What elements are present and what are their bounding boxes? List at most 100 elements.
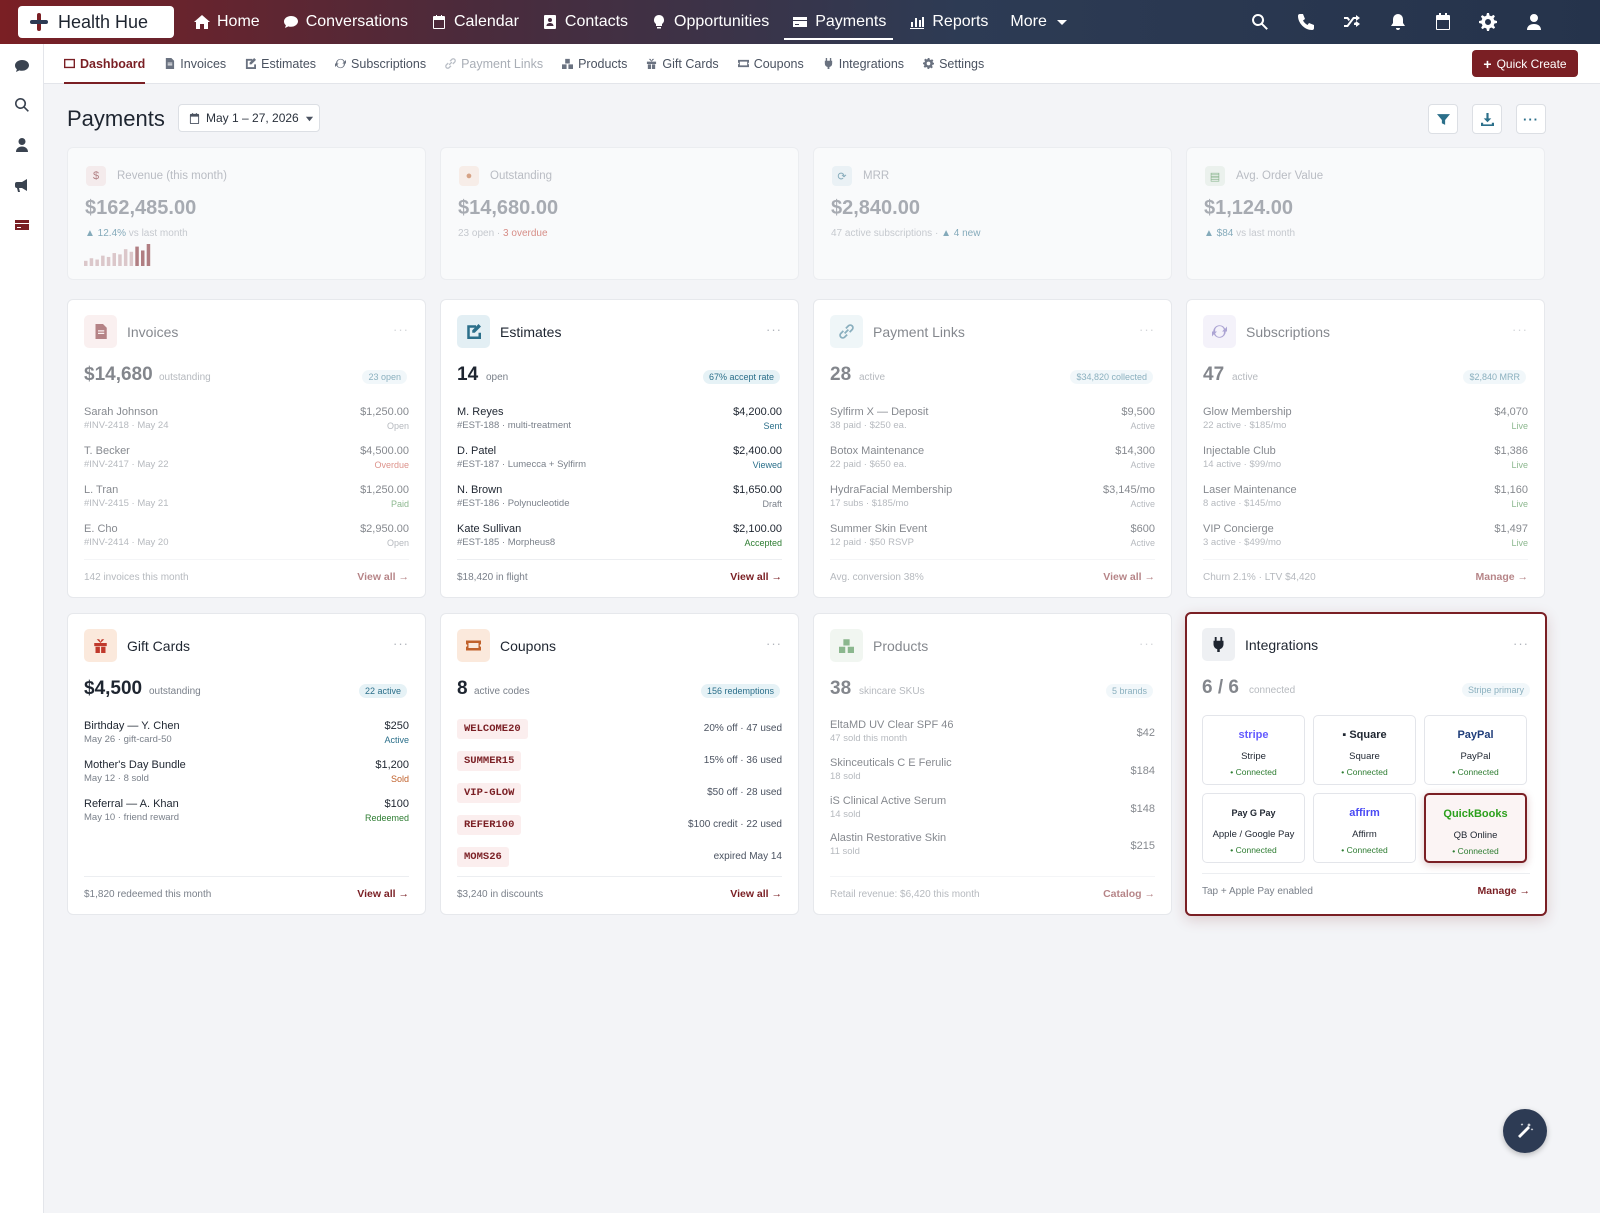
- list-item[interactable]: EltaMD UV Clear SPF 46 47 sold this month…: [830, 719, 1155, 751]
- integration-tile-stripe[interactable]: stripe Stripe • Connected: [1202, 715, 1305, 785]
- list-item[interactable]: Sarah Johnson #INV-2418 · May 24 $1,250.00…: [84, 406, 409, 438]
- integration-tile-apple-google-pay[interactable]: Pay G Pay Apple / Google Pay • Connected: [1202, 793, 1305, 863]
- user-avatar-icon[interactable]: [1524, 0, 1544, 44]
- invoices-panel[interactable]: Invoices ··· $14,680 outstanding 23 open…: [67, 299, 426, 598]
- list-item[interactable]: iS Clinical Active Serum 14 sold $148: [830, 795, 1155, 827]
- list-item[interactable]: Mother's Day Bundle May 12 · 8 sold $1,200…: [84, 759, 409, 791]
- tab-invoices[interactable]: Invoices: [164, 44, 226, 84]
- list-item[interactable]: VIP-GLOW $50 off · 28 used: [457, 783, 782, 803]
- megaphone-icon[interactable]: [12, 175, 32, 195]
- list-item[interactable]: T. Becker #INV-2417 · May 22 $4,500.00 Over…: [84, 445, 409, 477]
- search-icon[interactable]: [12, 95, 32, 115]
- shuffle-icon[interactable]: [1342, 0, 1362, 44]
- catalog-link[interactable]: Catalog →: [1103, 888, 1155, 900]
- list-item[interactable]: MOMS26 expired May 14: [457, 847, 782, 867]
- tab-coupons[interactable]: Coupons: [737, 44, 804, 84]
- coupons-panel[interactable]: Coupons ··· 8 active codes 156 redemptio…: [440, 613, 799, 915]
- manage-link[interactable]: Manage →: [1477, 885, 1530, 897]
- tab-products[interactable]: Products: [562, 44, 627, 84]
- date-range-picker[interactable]: May 1 – 27, 2026: [178, 104, 320, 132]
- list-item[interactable]: L. Tran #INV-2415 · May 21 $1,250.00 Paid: [84, 484, 409, 516]
- gift-cards-panel[interactable]: Gift Cards ··· $4,500 outstanding 22 act…: [67, 613, 426, 915]
- kpi-revenue-card[interactable]: $ Revenue (this month) $162,485.00 ▲ 12.…: [67, 147, 426, 280]
- brand-logo[interactable]: Health Hue: [18, 6, 174, 38]
- list-item[interactable]: VIP Concierge 3 active · $499/mo $1,497 Liv…: [1203, 523, 1528, 555]
- phone-icon[interactable]: [1296, 0, 1316, 44]
- kpi-aov-card[interactable]: ▤ Avg. Order Value $1,124.00 ▲ $84 vs la…: [1186, 147, 1545, 280]
- manage-link[interactable]: Manage →: [1475, 571, 1528, 583]
- list-item[interactable]: SUMMER15 15% off · 36 used: [457, 751, 782, 771]
- list-item[interactable]: REFER100 $100 credit · 22 used: [457, 815, 782, 835]
- kpi-mrr-card[interactable]: ⟳ MRR $2,840.00 47 active subscriptions …: [813, 147, 1172, 280]
- nav-home[interactable]: Home: [182, 0, 271, 44]
- quick-create-button[interactable]: + Quick Create: [1472, 50, 1578, 77]
- list-item[interactable]: E. Cho #INV-2414 · May 20 $2,950.00 Open: [84, 523, 409, 555]
- nav-contacts[interactable]: Contacts: [530, 0, 639, 44]
- panel-menu-icon[interactable]: ···: [766, 322, 782, 337]
- nav-reports[interactable]: Reports: [897, 0, 999, 44]
- tab-integrations[interactable]: Integrations: [823, 44, 904, 84]
- list-item[interactable]: HydraFacial Membership 17 subs · $185/mo $…: [830, 484, 1155, 516]
- integration-tile-paypal[interactable]: PayPal PayPal • Connected: [1424, 715, 1527, 785]
- list-item[interactable]: M. Reyes #EST-188 · multi-treatment $4,200…: [457, 406, 782, 438]
- estimates-panel[interactable]: Estimates ··· 14 open 67% accept rate M.…: [440, 299, 799, 598]
- tab-settings[interactable]: Settings: [923, 44, 984, 84]
- view-all-link[interactable]: View all →: [730, 888, 782, 900]
- panel-menu-icon[interactable]: ···: [393, 636, 409, 651]
- list-item[interactable]: Botox Maintenance 22 paid · $650 ea. $14,3…: [830, 445, 1155, 477]
- panel-menu-icon[interactable]: ···: [1139, 322, 1155, 337]
- filter-button[interactable]: [1428, 104, 1458, 134]
- panel-menu-icon[interactable]: ···: [393, 322, 409, 337]
- tab-payment-links[interactable]: Payment Links: [445, 44, 543, 84]
- download-button[interactable]: [1472, 104, 1502, 134]
- nav-opportunities[interactable]: Opportunities: [639, 0, 780, 44]
- tab-subscriptions[interactable]: Subscriptions: [335, 44, 426, 84]
- payment-links-panel[interactable]: Payment Links ··· 28 active $34,820 coll…: [813, 299, 1172, 598]
- view-all-link[interactable]: View all →: [730, 571, 782, 583]
- integration-tile-square[interactable]: ▪ Square Square • Connected: [1313, 715, 1416, 785]
- integration-tile-quickbooks[interactable]: QuickBooks QB Online • Connected: [1424, 793, 1527, 863]
- search-icon[interactable]: [1250, 0, 1270, 44]
- list-item[interactable]: Summer Skin Event 12 paid · $50 RSVP $600 A…: [830, 523, 1155, 555]
- tab-gift-cards[interactable]: Gift Cards: [646, 44, 719, 84]
- tab-dashboard[interactable]: Dashboard: [64, 44, 146, 84]
- user-icon[interactable]: [12, 135, 32, 155]
- list-item[interactable]: Referral — A. Khan May 10 · friend reward…: [84, 798, 409, 830]
- list-item[interactable]: Kate Sullivan #EST-185 · Morpheus8 $2,100.…: [457, 523, 782, 555]
- products-panel[interactable]: Products ··· 38 skincare SKUs 5 brands E…: [813, 613, 1172, 915]
- list-item[interactable]: Sylfirm X — Deposit 38 paid · $250 ea. $9,…: [830, 406, 1155, 438]
- tab-estimates[interactable]: Estimates: [245, 44, 316, 84]
- gear-icon[interactable]: [1478, 0, 1498, 44]
- integrations-panel[interactable]: Integrations ··· 6 / 6 connected Stripe …: [1185, 612, 1547, 916]
- magic-wand-button[interactable]: [1503, 1109, 1547, 1153]
- list-item[interactable]: WELCOME20 20% off · 47 used: [457, 719, 782, 739]
- list-item[interactable]: Alastin Restorative Skin 11 sold $215: [830, 832, 1155, 864]
- panel-menu-icon[interactable]: ···: [1512, 322, 1528, 337]
- subscriptions-panel[interactable]: Subscriptions ··· 47 active $2,840 MRR G…: [1186, 299, 1545, 598]
- view-all-link[interactable]: View all →: [357, 888, 409, 900]
- list-item[interactable]: Birthday — Y. Chen May 26 · gift-card-50 $…: [84, 720, 409, 752]
- panel-menu-icon[interactable]: ···: [766, 636, 782, 651]
- bell-icon[interactable]: [1388, 0, 1408, 44]
- kpi-outstanding-card[interactable]: ● Outstanding $14,680.00 23 open · 3 ove…: [440, 147, 799, 280]
- calendar-icon[interactable]: [1433, 0, 1453, 44]
- row-sub: 3 active · $499/mo: [1203, 537, 1282, 548]
- view-all-link[interactable]: View all →: [1103, 571, 1155, 583]
- nav-calendar[interactable]: Calendar: [419, 0, 530, 44]
- list-item[interactable]: Glow Membership 22 active · $185/mo $4,070…: [1203, 406, 1528, 438]
- list-item[interactable]: Injectable Club 14 active · $99/mo $1,386 L…: [1203, 445, 1528, 477]
- list-item[interactable]: Skinceuticals C E Ferulic 18 sold $184: [830, 757, 1155, 789]
- nav-conversations[interactable]: Conversations: [271, 0, 419, 44]
- panel-menu-icon[interactable]: ···: [1139, 636, 1155, 651]
- more-options-button[interactable]: ···: [1516, 104, 1546, 134]
- list-item[interactable]: N. Brown #EST-186 · Polynucleotide $1,650.…: [457, 484, 782, 516]
- list-item[interactable]: Laser Maintenance 8 active · $145/mo $1,16…: [1203, 484, 1528, 516]
- list-item[interactable]: D. Patel #EST-187 · Lumecca + Sylfirm $2,4…: [457, 445, 782, 477]
- payments-card-icon[interactable]: [12, 215, 32, 235]
- row-name: L. Tran: [84, 484, 119, 496]
- nav-payments[interactable]: Payments: [780, 0, 897, 44]
- integration-tile-affirm[interactable]: affirm Affirm • Connected: [1313, 793, 1416, 863]
- chat-icon[interactable]: [12, 56, 32, 76]
- view-all-link[interactable]: View all →: [357, 571, 409, 583]
- nav-more[interactable]: More: [999, 0, 1081, 44]
